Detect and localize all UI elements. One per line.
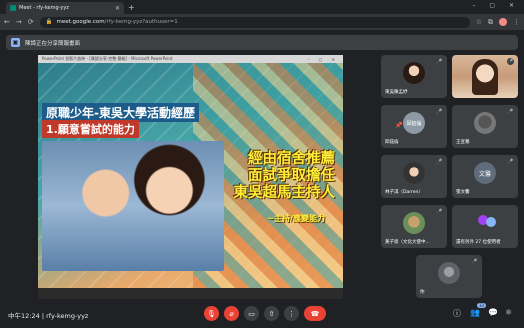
slide-line-3: 東吳超馬主持人 (233, 185, 336, 201)
slide-line-2: 面試爭取擔任 (248, 168, 335, 184)
clock-time: 中午12:24 (8, 312, 40, 320)
slide-line-1: 經由宿舍推薦 (248, 151, 335, 167)
more-vert-icon: ⋮ (288, 309, 295, 318)
participant-tile[interactable]: 🎤 📌 邱鈺倫 邱鈺倫 (381, 105, 447, 148)
camera-toggle-button[interactable]: ⌀ (224, 306, 239, 321)
avatar (403, 212, 425, 235)
present-icon: ▣ (11, 38, 20, 47)
slide-caption: ~主持/應變能力 (267, 214, 325, 223)
chat-icon[interactable]: 💬 (488, 308, 498, 317)
video-feed (472, 59, 498, 95)
slide-big-text: 經由宿舍推薦 面試爭取擔任 東吳超馬主持人 (205, 151, 336, 202)
mic-off-icon: 🎙 (207, 309, 216, 318)
participant-tile[interactable]: 🎤 林子淇（Darren） (381, 155, 447, 198)
ppt-status-bar (38, 288, 343, 299)
avatar (438, 262, 460, 285)
ppt-window-controls: – ▢ ✕ (307, 56, 339, 62)
participant-tile[interactable]: 🎤 東吳陳孟妤 (381, 55, 447, 98)
mic-toggle-button[interactable]: 🎙 (204, 306, 219, 321)
mic-off-icon: 🎤 (471, 258, 478, 265)
separator: | (41, 312, 45, 320)
avatar (486, 217, 496, 227)
participant-tile[interactable]: 🎤 黃子恩（文化大使中... (381, 205, 447, 248)
leave-call-button[interactable]: ☎ (304, 306, 326, 321)
mic-off-icon: 🎤 (436, 208, 443, 215)
profile-avatar[interactable] (499, 18, 507, 26)
participant-name: 邱鈺倫 (385, 140, 399, 145)
participant-name: 黃子恩（文化大使中... (385, 240, 430, 245)
self-tile[interactable]: 🎤 你 (416, 255, 482, 298)
participant-name: 東吳陳孟妤 (385, 90, 408, 95)
mic-off-icon: 🎤 (507, 58, 514, 65)
menu-icon[interactable]: ⋮ (513, 18, 520, 26)
participant-tile[interactable]: 🎤 文馨 張文馨 (452, 155, 518, 198)
participants-count-badge: 33 (477, 303, 487, 308)
address-bar[interactable]: 🔒 meet.google.com/rfy-kemg-yyz?authuser=… (39, 16, 470, 28)
back-icon[interactable]: ← (4, 18, 10, 26)
hang-up-icon: ☎ (310, 309, 320, 318)
url-path: /rfy-kemg-yyz?authuser=1 (104, 19, 178, 25)
pin-icon[interactable]: 📌 (395, 122, 402, 129)
meet-favicon-icon (10, 5, 16, 11)
presenting-text: 陳諦正在分享簡報畫面 (25, 40, 81, 47)
extensions-icon[interactable]: ⧉ (488, 18, 493, 27)
mic-off-icon: 🎤 (507, 108, 514, 115)
more-participants-tile[interactable]: 還有另外 27 位使用者 (452, 205, 518, 248)
lock-icon: 🔒 (45, 19, 53, 25)
mic-off-icon: 🎤 (436, 108, 443, 115)
presenting-banner: ▣ 陳諦正在分享簡報畫面 (6, 35, 518, 50)
window-controls[interactable]: – ▢ ✕ (472, 2, 520, 9)
browser-toolbar: ← → ⟳ 🔒 meet.google.com/rfy-kemg-yyz?aut… (0, 14, 524, 30)
browser-tab-strip: Meet - rfy-kemg-yyz ✕ + – ▢ ✕ (0, 0, 524, 14)
avatar: 邱鈺倫 (403, 112, 425, 135)
slide-photo (42, 141, 224, 271)
present-icon: ⇧ (268, 309, 275, 318)
mic-off-icon: 🎤 (436, 158, 443, 165)
participant-name: 你 (420, 290, 425, 295)
meeting-code: rfy-kemg-yyz (46, 312, 89, 320)
meeting-info: 中午12:24 | rfy-kemg-yyz (8, 310, 88, 320)
meeting-controls-bar: 中午12:24 | rfy-kemg-yyz 🎙 ⌀ ▭ ⇧ ⋮ ☎ ⓘ 👥 3… (0, 300, 524, 328)
activities-icon[interactable]: ⚛ (505, 308, 512, 317)
present-button[interactable]: ⇧ (264, 306, 279, 321)
participant-name: 王宣蓁 (456, 140, 470, 145)
mic-off-icon: 🎤 (507, 158, 514, 165)
star-icon[interactable]: ☆ (476, 18, 482, 26)
url-host: meet.google.com (56, 19, 105, 25)
people-icon[interactable]: 👥 (470, 308, 480, 317)
tab-title: Meet - rfy-kemg-yyz (19, 5, 69, 11)
participant-tile[interactable]: 🎤 王宣蓁 (452, 105, 518, 148)
mic-off-icon: 🎤 (436, 58, 443, 65)
slide-subheading: 1.願意嘗試的能力 (42, 120, 139, 138)
avatar (403, 162, 425, 185)
presentation-view[interactable]: PowerPoint 投影片放映 - [陳諦分享-完整 簡報] - Micros… (38, 55, 343, 299)
captions-icon: ▭ (248, 309, 255, 318)
more-options-button[interactable]: ⋮ (284, 306, 299, 321)
close-tab-icon[interactable]: ✕ (115, 5, 120, 12)
slide: 原職少年-東吳大學活動經歷 1.願意嘗試的能力 經由宿舍推薦 面試爭取擔任 東吳… (38, 63, 343, 288)
avatar (474, 112, 496, 135)
more-participants-label: 還有另外 27 位使用者 (456, 240, 501, 245)
camera-off-icon: ⌀ (229, 309, 234, 318)
participant-name: 張文馨 (456, 190, 470, 195)
ppt-title-text: PowerPoint 投影片放映 - [陳諦分享-完整 簡報] - Micros… (42, 56, 173, 61)
participant-tile-video[interactable]: 🎤 (452, 55, 518, 98)
participant-name: 林子淇（Darren） (385, 190, 423, 195)
new-tab-button[interactable]: + (128, 3, 135, 12)
avatar: 文馨 (474, 162, 496, 185)
avatar (403, 62, 425, 85)
browser-tab[interactable]: Meet - rfy-kemg-yyz ✕ (6, 2, 124, 14)
reload-icon[interactable]: ⟳ (28, 18, 34, 26)
captions-button[interactable]: ▭ (244, 306, 259, 321)
info-icon[interactable]: ⓘ (453, 308, 461, 319)
ppt-window-title: PowerPoint 投影片放映 - [陳諦分享-完整 簡報] - Micros… (38, 55, 343, 63)
forward-icon[interactable]: → (16, 18, 22, 26)
